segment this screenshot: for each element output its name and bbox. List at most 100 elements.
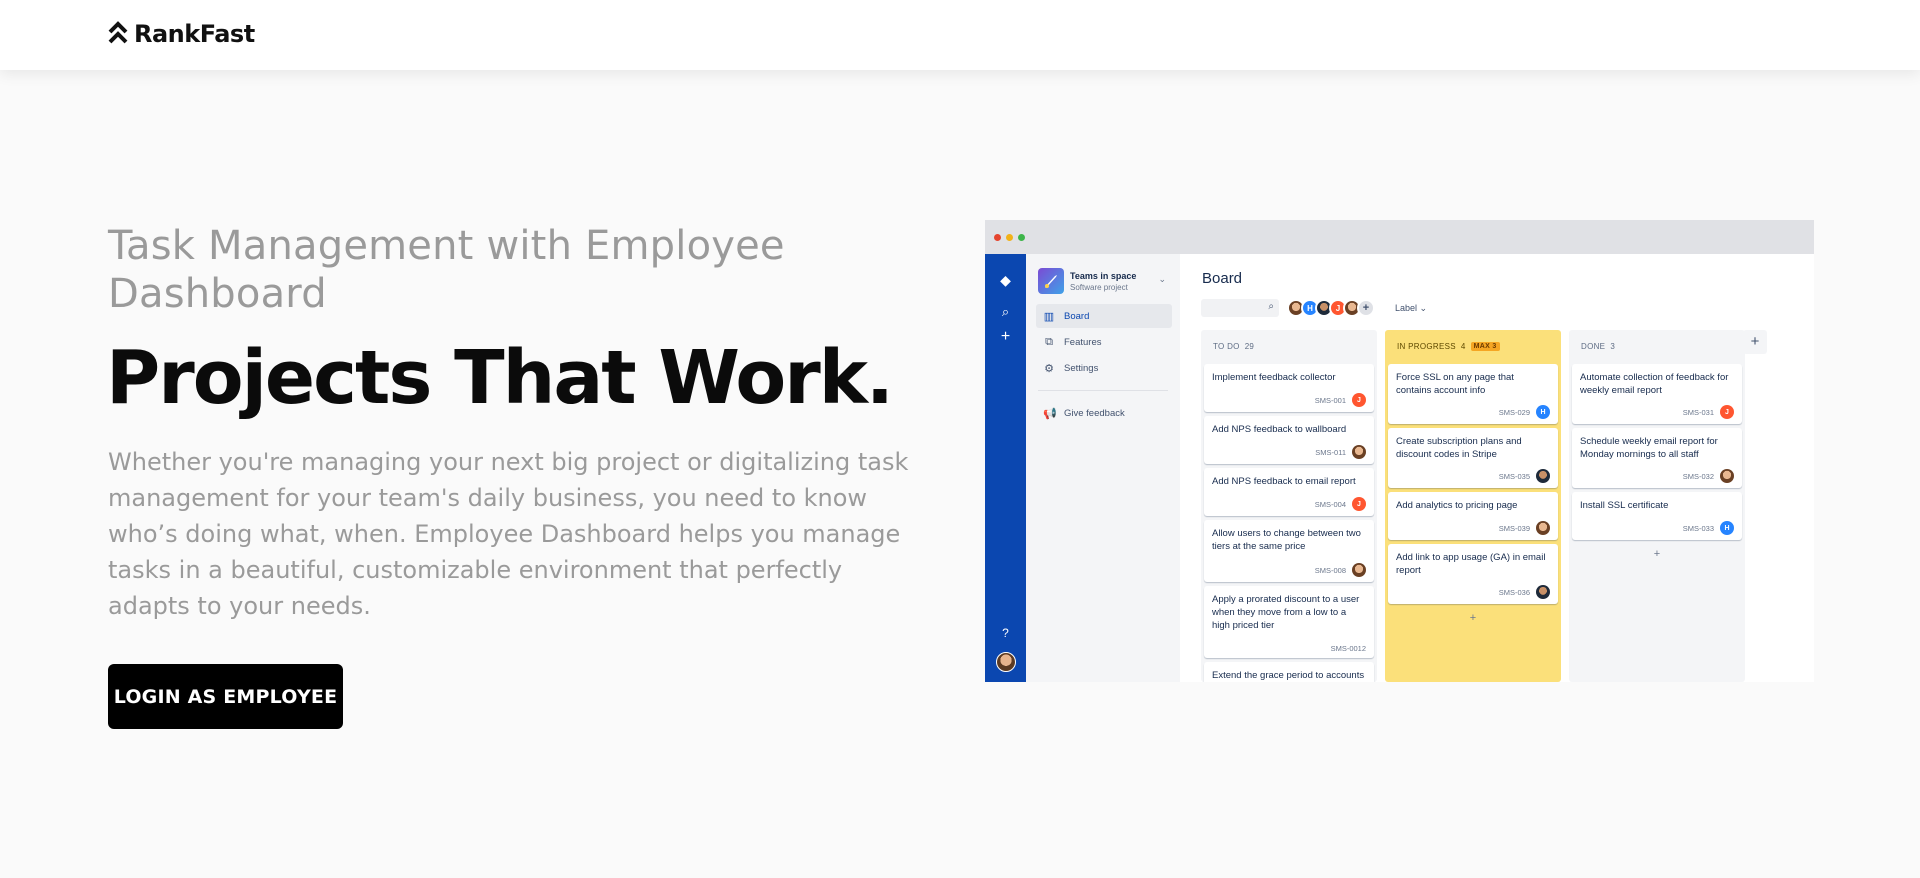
column-count: 3 [1610, 342, 1616, 351]
card-title: Add link to app usage (GA) in email repo… [1396, 552, 1546, 576]
issue-key: SMS-029 [1498, 407, 1530, 417]
double-chevron-up-icon [108, 20, 128, 48]
board-title: Board [1202, 270, 1243, 287]
sidebar-item-label: Features [1064, 336, 1102, 348]
window-maximize-dot [1018, 233, 1025, 241]
sidebar-item-label: Board [1064, 310, 1090, 322]
avatar [1536, 585, 1550, 599]
issue-card: Add analytics to pricing page SMS-039 [1388, 492, 1558, 540]
chevron-down-icon: ⌄ [1158, 274, 1166, 284]
board-search-input: ⌕ [1201, 299, 1279, 317]
issue-card: Automate collection of feedback for week… [1572, 364, 1742, 424]
sidebar-item-label: Give feedback [1064, 407, 1125, 419]
avatar [1352, 445, 1366, 459]
gear-icon: ⚙ [1044, 362, 1054, 375]
project-name: Teams in space [1070, 270, 1137, 281]
rocket-icon [1038, 268, 1064, 294]
add-people-icon: + [1357, 299, 1375, 317]
features-icon: ⧉ [1045, 335, 1053, 348]
card-title: Schedule weekly email report for Monday … [1580, 436, 1718, 460]
sidebar-item-give-feedback: 📢 Give feedback [1036, 401, 1172, 425]
column-count: 4 [1460, 342, 1466, 351]
card-title: Add analytics to pricing page [1396, 500, 1518, 511]
megaphone-icon: 📢 [1043, 407, 1057, 420]
window-minimize-dot [1006, 233, 1013, 241]
issue-key: SMS-035 [1498, 471, 1530, 481]
jira-logo-icon: ◆ [1000, 272, 1011, 288]
wip-limit-badge: MAX 3 [1470, 342, 1500, 351]
card-title: Install SSL certificate [1580, 500, 1669, 511]
issue-key: SMS-004 [1314, 499, 1346, 509]
issue-key: SMS-031 [1682, 407, 1714, 417]
avatar [1536, 521, 1550, 535]
column-header: DONE 3 [1581, 342, 1615, 351]
issue-card: Allow users to change between two tiers … [1204, 520, 1374, 582]
search-icon: ⌕ [1001, 304, 1010, 319]
avatar: H [1536, 405, 1550, 419]
column-title: DONE [1581, 342, 1606, 351]
avatar: H [1720, 521, 1734, 535]
card-title: Apply a prorated discount to a user when… [1212, 594, 1360, 631]
card-title: Implement feedback collector [1212, 372, 1336, 383]
issue-card: Install SSL certificate SMS-033 H [1572, 492, 1742, 540]
issue-key: SMS-011 [1315, 447, 1346, 457]
issue-card: Create subscription plans and discount c… [1388, 428, 1558, 488]
brand-logo[interactable]: RankFast [108, 20, 255, 48]
card-title: Add NPS feedback to wallboard [1212, 424, 1347, 435]
add-column-icon: + [1743, 330, 1767, 354]
avatar [1536, 469, 1550, 483]
card-title: Extend the grace period to accounts [1212, 670, 1365, 681]
hero-headline: Projects That Work. [106, 335, 894, 421]
card-title: Force SSL on any page that contains acco… [1396, 372, 1514, 396]
avatar: J [1352, 393, 1366, 407]
issue-key: SMS-008 [1314, 565, 1346, 575]
window-titlebar [985, 220, 1814, 254]
assignee-avatar-group: H J + [1287, 299, 1375, 317]
sidebar-item-label: Settings [1064, 362, 1099, 374]
column-title: IN PROGRESS [1397, 342, 1456, 351]
column-header: IN PROGRESS 4 MAX 3 [1397, 342, 1500, 351]
issue-card: Force SSL on any page that contains acco… [1388, 364, 1558, 424]
card-title: Allow users to change between two tiers … [1212, 528, 1361, 552]
global-nav-rail: ◆ ⌕ + ? [985, 254, 1026, 682]
hero-eyebrow: Task Management with Employee Dashboard [108, 223, 785, 317]
board-area: Board ⌕ H J + Label ⌄ TO DO 29 Implement… [1180, 254, 1814, 682]
create-icon: + [1000, 328, 1011, 345]
issue-card: Add NPS feedback to wallboard SMS-011 [1204, 416, 1374, 464]
brand-name: RankFast [134, 20, 255, 48]
issue-key: SMS-032 [1682, 471, 1714, 481]
issue-key: SMS-033 [1682, 523, 1714, 533]
project-header: Teams in space Software project [1038, 268, 1136, 294]
sidebar-item-board: ▥ Board [1036, 304, 1172, 328]
avatar: J [1720, 405, 1734, 419]
column-header: TO DO 29 [1213, 342, 1254, 351]
board-column-in-progress: IN PROGRESS 4 MAX 3 Force SSL on any pag… [1385, 330, 1561, 682]
column-title: TO DO [1213, 342, 1240, 351]
issue-card: Add NPS feedback to email report SMS-004… [1204, 468, 1374, 516]
issue-card: Implement feedback collector SMS-001 J [1204, 364, 1374, 412]
sidebar-item-settings: ⚙ Settings [1036, 356, 1172, 380]
issue-card: Apply a prorated discount to a user when… [1204, 586, 1374, 658]
board-icon: ▥ [1043, 310, 1055, 323]
label-filter-text: Label [1395, 303, 1418, 313]
board-column-done: DONE 3 Automate collection of feedback f… [1569, 330, 1745, 682]
add-card-icon: + [1653, 548, 1661, 560]
avatar [1720, 469, 1734, 483]
board-preview-image: ◆ ⌕ + ? Teams in space Software project … [985, 220, 1814, 682]
add-card-icon: + [1469, 612, 1477, 624]
card-title: Add NPS feedback to email report [1212, 476, 1356, 487]
user-avatar [996, 652, 1016, 672]
avatar [1352, 563, 1366, 577]
issue-key: SMS-036 [1498, 587, 1530, 597]
project-type: Software project [1070, 282, 1128, 292]
issue-card: Add link to app usage (GA) in email repo… [1388, 544, 1558, 604]
issue-key: SMS-0012 [1330, 644, 1366, 653]
top-navbar: RankFast [0, 0, 1920, 70]
issue-card: Schedule weekly email report for Monday … [1572, 428, 1742, 488]
login-as-employee-button[interactable]: LOGIN AS EMPLOYEE [108, 664, 343, 729]
hero-description: Whether you're managing your next big pr… [108, 448, 909, 620]
label-filter-dropdown: Label ⌄ [1395, 303, 1428, 313]
sidebar-item-features: ⧉ Features [1036, 330, 1172, 354]
board-column-todo: TO DO 29 Implement feedback collector SM… [1201, 330, 1377, 682]
sidebar-divider [1038, 390, 1168, 391]
